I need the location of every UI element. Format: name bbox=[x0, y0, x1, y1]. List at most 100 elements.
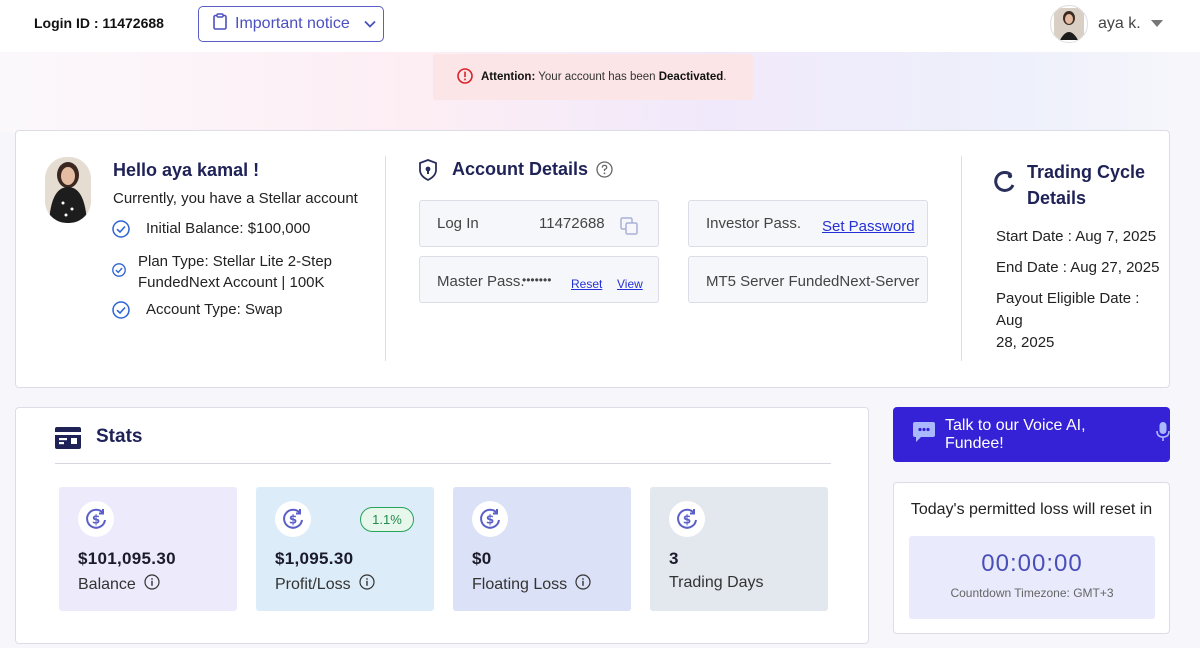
top-bar: Login ID : 11472688 Important notice aya… bbox=[0, 0, 1200, 52]
user-name: aya k. bbox=[1098, 15, 1141, 32]
stat-value: 3 bbox=[669, 549, 679, 568]
master-pass-mask: ••••••• bbox=[522, 273, 552, 287]
important-notice-button[interactable]: Important notice bbox=[198, 6, 384, 42]
stat-trading-days: $ 3 Trading Days bbox=[650, 487, 828, 611]
svg-text:$: $ bbox=[486, 513, 494, 527]
stat-floating-loss: $ $0 Floating Loss bbox=[453, 487, 631, 611]
alert-suffix: . bbox=[723, 71, 727, 83]
chat-bubble-icon bbox=[912, 421, 936, 448]
stat-label: Trading Days bbox=[669, 574, 764, 592]
check-circle-icon bbox=[112, 263, 126, 281]
login-value: 11472688 bbox=[539, 215, 605, 232]
clipboard-icon bbox=[213, 13, 227, 35]
greeting: Hello aya kamal ! bbox=[113, 160, 260, 180]
stat-value: $101,095.30 bbox=[78, 549, 176, 568]
account-overview-card: Hello aya kamal ! Currently, you have a … bbox=[15, 130, 1170, 388]
copy-icon[interactable] bbox=[620, 217, 639, 240]
timer-title: Today's permitted loss will reset in bbox=[910, 501, 1153, 518]
profit-percent-badge: 1.1% bbox=[360, 507, 414, 532]
initial-balance-row: Initial Balance: $100,000 bbox=[112, 220, 310, 242]
initial-balance: Initial Balance: $100,000 bbox=[146, 220, 311, 237]
divider bbox=[961, 156, 962, 361]
chevron-down-icon bbox=[364, 15, 376, 33]
svg-text:$: $ bbox=[683, 513, 691, 527]
loss-reset-timer-card: Today's permitted loss will reset in 00:… bbox=[893, 482, 1170, 634]
voice-ai-label: Talk to our Voice AI, Fundee! bbox=[945, 416, 1086, 452]
info-icon[interactable] bbox=[575, 574, 591, 595]
stat-label-text: Trading Days bbox=[669, 574, 764, 591]
login-id: Login ID : 11472688 bbox=[34, 15, 164, 31]
trading-cycle-title: Trading Cycle Details bbox=[1027, 159, 1145, 211]
microphone-icon bbox=[1156, 421, 1170, 448]
dollar-cycle-icon: $ bbox=[78, 501, 114, 537]
check-circle-icon bbox=[112, 220, 130, 242]
divider bbox=[55, 463, 831, 464]
stat-label-text: Floating Loss bbox=[472, 575, 568, 593]
alert-icon bbox=[457, 67, 473, 87]
alert-status: Deactivated bbox=[658, 71, 724, 83]
info-icon[interactable] bbox=[358, 574, 375, 595]
view-link[interactable]: View bbox=[617, 277, 643, 291]
stats-title: Stats bbox=[96, 426, 143, 447]
end-date: End Date : Aug 27, 2025 bbox=[996, 259, 1160, 276]
login-label: Log In bbox=[437, 215, 479, 232]
stat-label: Profit/Loss bbox=[275, 574, 375, 595]
plan-type-row: Plan Type: Stellar Lite 2-Step FundedNex… bbox=[112, 251, 332, 293]
reset-link[interactable]: Reset bbox=[571, 277, 602, 291]
plan-type: Plan Type: Stellar Lite 2-Step FundedNex… bbox=[138, 251, 332, 293]
svg-text:$: $ bbox=[92, 513, 100, 527]
deactivated-alert: Attention: Your account has been Deactiv… bbox=[433, 54, 753, 100]
master-pass-label: Master Pass. bbox=[437, 273, 525, 290]
stat-label-text: Balance bbox=[78, 575, 136, 593]
plan-type-line2: FundedNext Account | 100K bbox=[138, 274, 325, 291]
stat-label: Floating Loss bbox=[472, 574, 591, 595]
stat-profit-loss: $ 1.1% $1,095.30 Profit/Loss bbox=[256, 487, 434, 611]
profile-photo bbox=[45, 157, 91, 223]
mt5-server-text: MT5 Server FundedNext-Server bbox=[706, 273, 920, 290]
dollar-cycle-icon: $ bbox=[472, 501, 508, 537]
plan-type-line1: Plan Type: Stellar Lite 2-Step bbox=[138, 253, 333, 270]
stat-value: $0 bbox=[472, 549, 492, 568]
shield-icon bbox=[418, 159, 438, 186]
payout-eligible-date: Payout Eligible Date : Aug 28, 2025 bbox=[996, 288, 1169, 354]
payout-line1: Payout Eligible Date : Aug bbox=[996, 290, 1140, 329]
help-icon[interactable] bbox=[596, 161, 613, 183]
dollar-cycle-icon: $ bbox=[669, 501, 705, 537]
divider bbox=[385, 156, 386, 361]
trading-cycle-title-line1: Trading Cycle bbox=[1027, 162, 1146, 182]
alert-message: Your account has been bbox=[538, 71, 656, 83]
check-circle-icon bbox=[112, 301, 130, 323]
alert-prefix: Attention: bbox=[481, 71, 536, 83]
stat-value: $1,095.30 bbox=[275, 549, 354, 568]
cycle-icon bbox=[994, 170, 1016, 198]
mt5-server-field: MT5 Server FundedNext-Server bbox=[688, 256, 928, 303]
alert-text: Attention: Your account has been Deactiv… bbox=[481, 71, 727, 83]
stat-label-text: Profit/Loss bbox=[275, 575, 351, 593]
account-type: Account Type: Swap bbox=[146, 301, 283, 318]
important-notice-label: Important notice bbox=[235, 15, 350, 32]
stats-card: Stats $ $101,095.30 Balance $ 1.1% $1,09… bbox=[15, 407, 869, 644]
stats-icon bbox=[55, 427, 81, 454]
svg-text:$: $ bbox=[289, 513, 297, 527]
countdown-value: 00:00:00 bbox=[981, 550, 1083, 577]
payout-line2: 28, 2025 bbox=[996, 334, 1055, 351]
stat-balance: $ $101,095.30 Balance bbox=[59, 487, 237, 611]
master-pass-field: Master Pass. ••••••• Reset View bbox=[419, 256, 659, 303]
avatar bbox=[1050, 5, 1088, 43]
login-field: Log In 11472688 bbox=[419, 200, 659, 247]
countdown-timezone: Countdown Timezone: GMT+3 bbox=[950, 586, 1114, 600]
dollar-cycle-icon: $ bbox=[275, 501, 311, 537]
account-type-row: Account Type: Swap bbox=[112, 301, 282, 323]
stat-label: Balance bbox=[78, 574, 160, 595]
info-icon[interactable] bbox=[144, 574, 160, 595]
current-account-text: Currently, you have a Stellar account bbox=[113, 190, 358, 207]
start-date: Start Date : Aug 7, 2025 bbox=[996, 228, 1157, 245]
account-details-title: Account Details bbox=[452, 159, 589, 179]
trading-cycle-title-line2: Details bbox=[1027, 188, 1087, 208]
caret-down-icon bbox=[1150, 15, 1163, 33]
investor-pass-field: Investor Pass. Set Password bbox=[688, 200, 928, 247]
voice-ai-button[interactable]: Talk to our Voice AI, Fundee! bbox=[893, 407, 1170, 462]
timer-box: 00:00:00 Countdown Timezone: GMT+3 bbox=[909, 536, 1155, 619]
set-password-link[interactable]: Set Password bbox=[822, 218, 915, 235]
user-menu[interactable]: aya k. bbox=[1050, 4, 1163, 44]
